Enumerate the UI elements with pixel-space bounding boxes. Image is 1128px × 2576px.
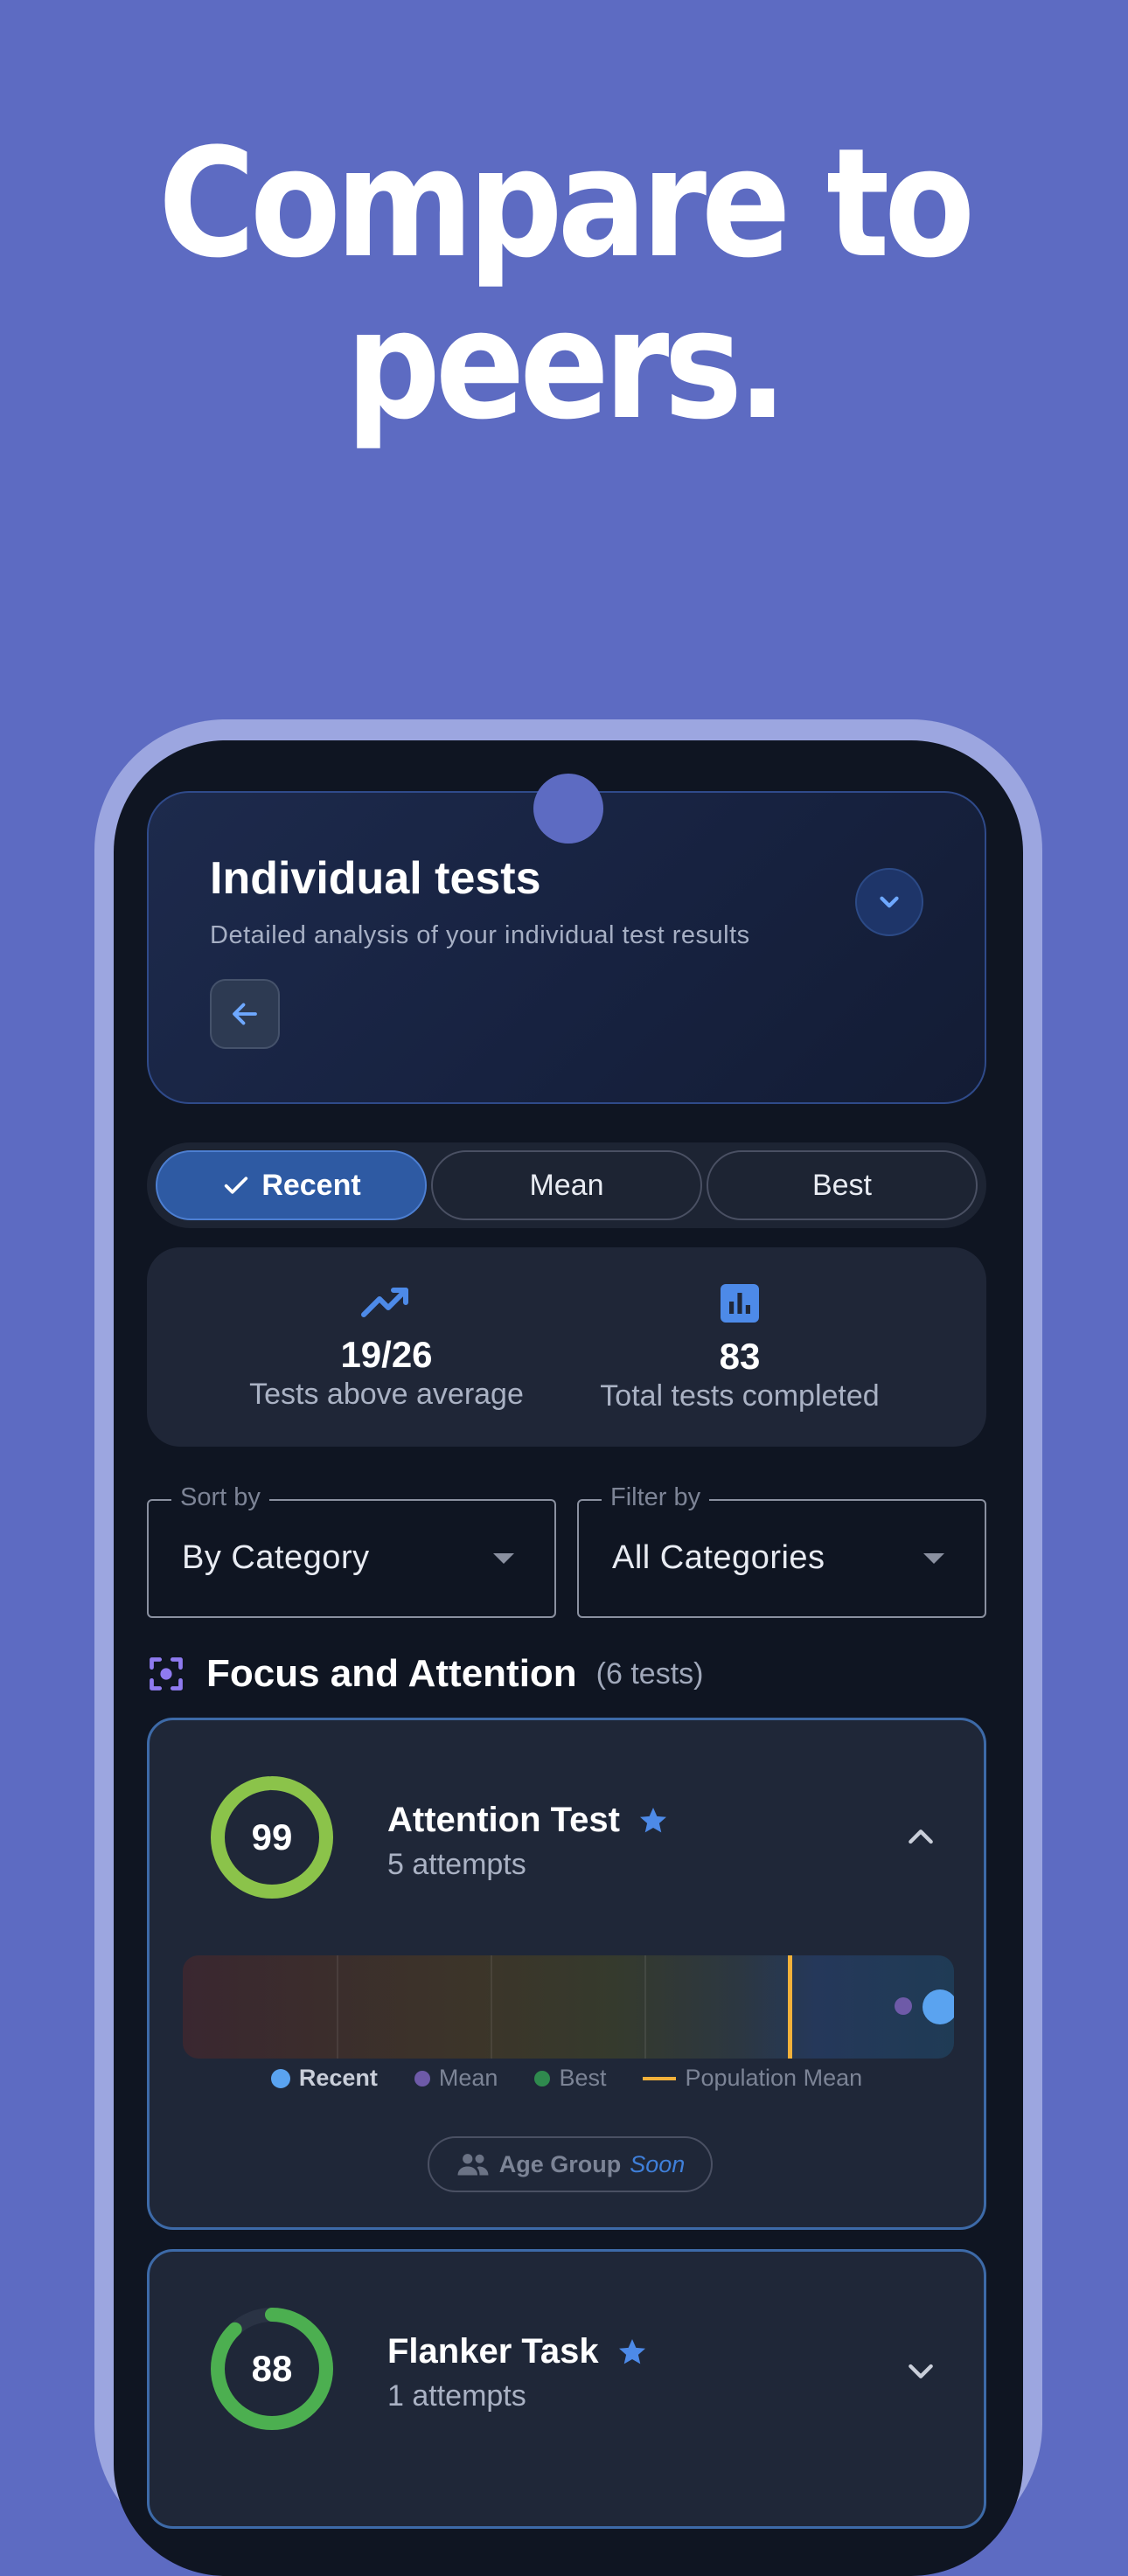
section-count: (6 tests) [595, 1656, 704, 1691]
stats-card: 19/26 Tests above average 83 Total tests… [147, 1247, 986, 1447]
stat-above-average: 19/26 Tests above average [203, 1282, 570, 1412]
focus-icon [150, 1657, 183, 1691]
bar-gridline [644, 1955, 646, 2059]
arrow-left-icon [233, 1003, 257, 1025]
chevron-down-icon[interactable] [903, 2353, 938, 2388]
segment-best[interactable]: Best [707, 1150, 978, 1220]
age-group-label: Age Group [498, 2150, 622, 2177]
filter-legend: Filter by [602, 1483, 710, 1512]
population-line-icon [643, 2076, 677, 2080]
segment-mean-label: Mean [529, 1168, 604, 1202]
test-card-attention[interactable]: 99 Attention Test 5 attempts Recent Mean… [147, 1718, 986, 2230]
test-title: Flanker Task [387, 2332, 599, 2371]
filter-value: All Categories [612, 1539, 825, 1576]
attempts-label: 1 attempts [387, 2379, 526, 2413]
mean-dot-icon [414, 2070, 430, 2086]
segment-recent[interactable]: Recent [156, 1150, 427, 1220]
filter-dropdown[interactable]: Filter by All Categories [577, 1483, 986, 1618]
score-value: 88 [251, 2348, 293, 2389]
bar-gridline [337, 1955, 338, 2059]
test-card-flanker[interactable]: 88 Flanker Task 1 attempts [147, 2249, 986, 2529]
chevron-down-icon [880, 896, 899, 908]
age-group-chip[interactable]: Age Group Soon [428, 2136, 713, 2192]
people-icon [457, 2154, 489, 2176]
page-subtitle: Detailed analysis of your individual tes… [210, 921, 750, 949]
best-dot-icon [534, 2070, 551, 2086]
mean-marker [895, 1997, 912, 2015]
legend-recent-label: Recent [298, 2065, 378, 2091]
back-button[interactable] [210, 979, 280, 1049]
sort-value: By Category [182, 1539, 370, 1576]
check-icon [225, 1177, 248, 1194]
legend-best: Best [534, 2065, 606, 2092]
sort-legend: Sort by [171, 1483, 269, 1512]
stat-above-value: 19/26 [340, 1334, 433, 1375]
legend-recent: Recent [270, 2065, 378, 2092]
headline-line-2: peers. [345, 277, 788, 453]
card-title-row: Flanker Task [387, 2332, 648, 2371]
page-title: Individual tests [210, 853, 541, 904]
bar-gridline [491, 1955, 492, 2059]
attempts-label: 5 attempts [387, 1848, 526, 1881]
sort-dropdown[interactable]: Sort by By Category [147, 1483, 556, 1618]
chart-legend: Recent Mean Best Population Mean [150, 2065, 984, 2092]
metric-segmented-control: Recent Mean Best [147, 1142, 986, 1228]
headline-line-1: Compare to [157, 115, 975, 291]
collapse-button[interactable] [855, 868, 923, 936]
bar-chart-icon [721, 1284, 759, 1323]
recent-marker [923, 1989, 954, 2024]
percentile-bar [183, 1955, 954, 2059]
card-title-row: Attention Test [387, 1801, 669, 1840]
recent-dot-icon [270, 2068, 290, 2088]
soon-badge: Soon [630, 2150, 686, 2177]
section-title: Focus and Attention [206, 1652, 577, 1695]
section-header: Focus and Attention (6 tests) [147, 1646, 703, 1702]
stat-above-label: Tests above average [249, 1378, 524, 1411]
phone-screen: Individual tests Detailed analysis of yo… [114, 740, 1023, 2576]
camera-cutout [533, 774, 603, 844]
chevron-up-icon[interactable] [903, 1820, 938, 1855]
legend-population-mean: Population Mean [643, 2065, 862, 2092]
legend-mean-label: Mean [438, 2065, 498, 2091]
stat-total-label: Total tests completed [600, 1379, 880, 1413]
test-title: Attention Test [387, 1801, 620, 1839]
legend-mean: Mean [414, 2065, 498, 2092]
trending-up-icon [361, 1288, 408, 1317]
legend-best-label: Best [559, 2065, 607, 2091]
segment-mean[interactable]: Mean [431, 1150, 702, 1220]
segment-best-label: Best [811, 1168, 873, 1202]
star-icon [618, 2338, 645, 2364]
score-value: 99 [251, 1816, 293, 1857]
headline: Compare to peers. [67, 122, 1060, 446]
dropdown-caret-icon [493, 1553, 514, 1564]
stat-total-value: 83 [719, 1336, 761, 1377]
legend-population-label: Population Mean [685, 2065, 863, 2091]
segment-recent-label: Recent [261, 1168, 361, 1202]
dropdown-caret-icon [923, 1553, 944, 1564]
stat-total: 83 Total tests completed [556, 1282, 923, 1413]
star-icon [639, 1807, 666, 1832]
population-mean-marker [788, 1955, 792, 2059]
